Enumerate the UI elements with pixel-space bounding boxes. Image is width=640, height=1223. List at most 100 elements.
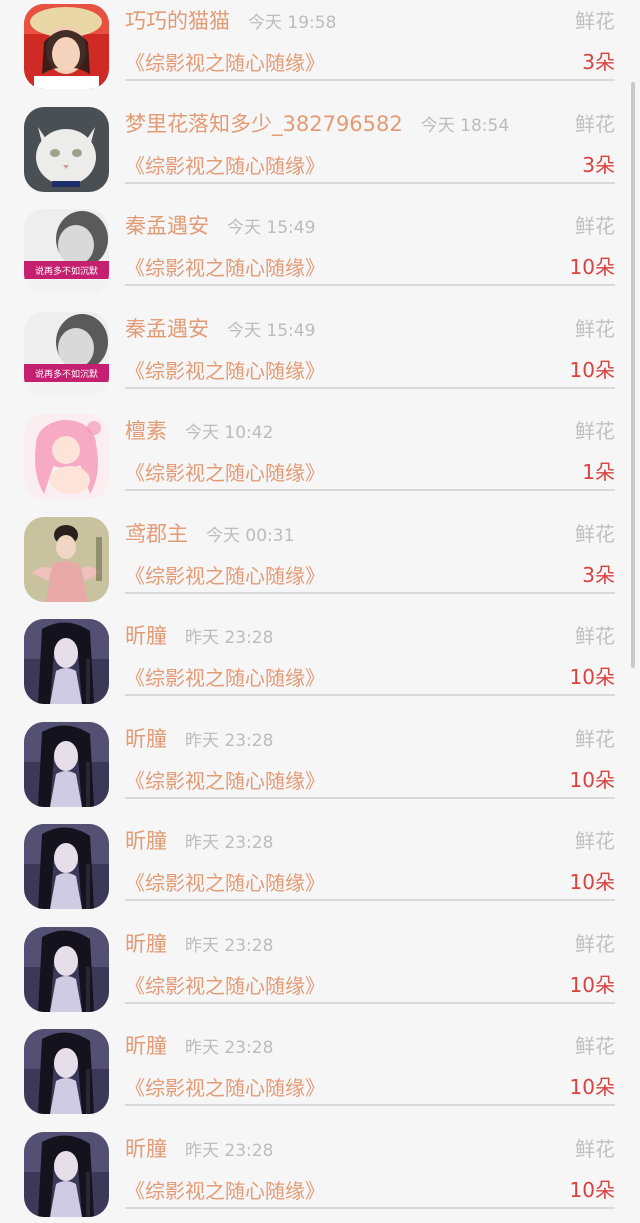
list-item[interactable]: 说再多不如沉默 秦孟遇安今天 15:49 鲜花 《综影视之随心随缘》 10朵	[0, 301, 640, 404]
avatar-caption: 说再多不如沉默	[35, 368, 98, 380]
book-title-link[interactable]: 《综影视之随心随缘》	[125, 1074, 325, 1102]
gift-record-list: 巧巧的猫猫今天 19:58 鲜花 《综影视之随心随缘》 3朵 梦里花落知多少_3…	[0, 0, 640, 1223]
gift-type-label: 鲜花	[575, 1135, 615, 1163]
gift-type-label: 鲜花	[575, 622, 615, 650]
book-title-link[interactable]: 《综影视之随心随缘》	[125, 869, 325, 897]
gift-count: 3朵	[582, 561, 615, 589]
gift-type-label: 鲜花	[575, 212, 615, 240]
avatar-dark-hair-girl-image	[24, 927, 109, 1012]
avatar-dark-hair-girl-image	[24, 722, 109, 807]
avatar[interactable]	[24, 722, 109, 807]
gift-type-label: 鲜花	[575, 7, 615, 35]
send-time: 今天 18:54	[421, 116, 509, 136]
avatar-girl-caption-image: 说再多不如沉默	[24, 312, 109, 397]
book-title-link[interactable]: 《综影视之随心随缘》	[125, 49, 325, 77]
avatar[interactable]	[24, 4, 109, 89]
gift-count: 10朵	[570, 253, 615, 281]
avatar[interactable]	[24, 1132, 109, 1217]
gift-count: 10朵	[570, 663, 615, 691]
gift-type-label: 鲜花	[575, 315, 615, 343]
book-title-link[interactable]: 《综影视之随心随缘》	[125, 254, 325, 282]
send-time: 昨天 23:28	[185, 628, 273, 648]
row-divider	[125, 182, 615, 184]
gift-count: 10朵	[570, 1073, 615, 1101]
book-title-link[interactable]: 《综影视之随心随缘》	[125, 357, 325, 385]
avatar[interactable]	[24, 1029, 109, 1114]
avatar-dark-hair-girl-image	[24, 824, 109, 909]
list-item[interactable]: 鸢郡主今天 00:31 鲜花 《综影视之随心随缘》 3朵	[0, 506, 640, 609]
gift-count: 1朵	[582, 458, 615, 486]
vertical-scrollbar[interactable]	[631, 82, 635, 668]
row-divider	[125, 592, 615, 594]
avatar-anime-pink-image	[24, 414, 109, 499]
gift-type-label: 鲜花	[575, 930, 615, 958]
avatar[interactable]	[24, 107, 109, 192]
row-divider	[125, 387, 615, 389]
avatar-dark-hair-girl-image	[24, 1132, 109, 1217]
sender-name[interactable]: 昕朣	[125, 624, 167, 648]
list-item[interactable]: 檀素今天 10:42 鲜花 《综影视之随心随缘》 1朵	[0, 403, 640, 506]
send-time: 今天 00:31	[206, 526, 294, 546]
list-item[interactable]: 昕朣昨天 23:28 鲜花 《综影视之随心随缘》 10朵	[0, 1018, 640, 1121]
send-time: 昨天 23:28	[185, 936, 273, 956]
row-divider	[125, 797, 615, 799]
avatar[interactable]	[24, 927, 109, 1012]
list-item[interactable]: 昕朣昨天 23:28 鲜花 《综影视之随心随缘》 10朵	[0, 813, 640, 916]
sender-name[interactable]: 昕朣	[125, 1137, 167, 1161]
list-item[interactable]: 梦里花落知多少_382796582今天 18:54 鲜花 《综影视之随心随缘》 …	[0, 96, 640, 199]
book-title-link[interactable]: 《综影视之随心随缘》	[125, 972, 325, 1000]
gift-count: 3朵	[582, 151, 615, 179]
avatar-caption: 说再多不如沉默	[35, 265, 98, 277]
sender-name[interactable]: 巧巧的猫猫	[125, 9, 230, 33]
list-item[interactable]: 昕朣昨天 23:28 鲜花 《综影视之随心随缘》 10朵	[0, 711, 640, 814]
send-time: 今天 15:49	[227, 218, 315, 238]
sender-name[interactable]: 秦孟遇安	[125, 214, 209, 238]
avatar[interactable]	[24, 619, 109, 704]
list-item[interactable]: 昕朣昨天 23:28 鲜花 《综影视之随心随缘》 10朵	[0, 608, 640, 711]
sender-name[interactable]: 昕朣	[125, 932, 167, 956]
sender-name[interactable]: 檀素	[125, 419, 167, 443]
avatar[interactable]	[24, 414, 109, 499]
book-title-link[interactable]: 《综影视之随心随缘》	[125, 767, 325, 795]
send-time: 昨天 23:28	[185, 1141, 273, 1161]
avatar-dark-hair-girl-image	[24, 619, 109, 704]
send-time: 昨天 23:28	[185, 833, 273, 853]
sender-name[interactable]: 昕朣	[125, 829, 167, 853]
gift-type-label: 鲜花	[575, 520, 615, 548]
row-divider	[125, 1104, 615, 1106]
row-divider	[125, 694, 615, 696]
row-divider	[125, 489, 615, 491]
sender-name[interactable]: 昕朣	[125, 727, 167, 751]
sender-name[interactable]: 鸢郡主	[125, 522, 188, 546]
row-divider	[125, 1207, 615, 1209]
list-item[interactable]: 昕朣昨天 23:28 鲜花 《综影视之随心随缘》 10朵	[0, 1121, 640, 1223]
row-divider	[125, 79, 615, 81]
send-time: 昨天 23:28	[185, 1038, 273, 1058]
avatar-ancient-lady-image	[24, 517, 109, 602]
sender-name[interactable]: 秦孟遇安	[125, 317, 209, 341]
book-title-link[interactable]: 《综影视之随心随缘》	[125, 152, 325, 180]
book-title-link[interactable]: 《综影视之随心随缘》	[125, 664, 325, 692]
list-item[interactable]: 巧巧的猫猫今天 19:58 鲜花 《综影视之随心随缘》 3朵	[0, 0, 640, 96]
list-item[interactable]: 昕朣昨天 23:28 鲜花 《综影视之随心随缘》 10朵	[0, 916, 640, 1019]
send-time: 昨天 23:28	[185, 731, 273, 751]
book-title-link[interactable]: 《综影视之随心随缘》	[125, 459, 325, 487]
avatar-woman-hat-image	[24, 4, 109, 89]
book-title-link[interactable]: 《综影视之随心随缘》	[125, 562, 325, 590]
avatar-white-cat-image	[24, 107, 109, 192]
gift-count: 10朵	[570, 971, 615, 999]
avatar[interactable]	[24, 517, 109, 602]
avatar-dark-hair-girl-image	[24, 1029, 109, 1114]
gift-type-label: 鲜花	[575, 725, 615, 753]
avatar[interactable]: 说再多不如沉默	[24, 312, 109, 397]
gift-count: 10朵	[570, 766, 615, 794]
gift-count: 10朵	[570, 868, 615, 896]
row-divider	[125, 899, 615, 901]
sender-name[interactable]: 昕朣	[125, 1034, 167, 1058]
avatar[interactable]: 说再多不如沉默	[24, 209, 109, 294]
sender-name[interactable]: 梦里花落知多少_382796582	[125, 112, 403, 136]
book-title-link[interactable]: 《综影视之随心随缘》	[125, 1177, 325, 1205]
avatar[interactable]	[24, 824, 109, 909]
row-divider	[125, 284, 615, 286]
list-item[interactable]: 说再多不如沉默 秦孟遇安今天 15:49 鲜花 《综影视之随心随缘》 10朵	[0, 198, 640, 301]
